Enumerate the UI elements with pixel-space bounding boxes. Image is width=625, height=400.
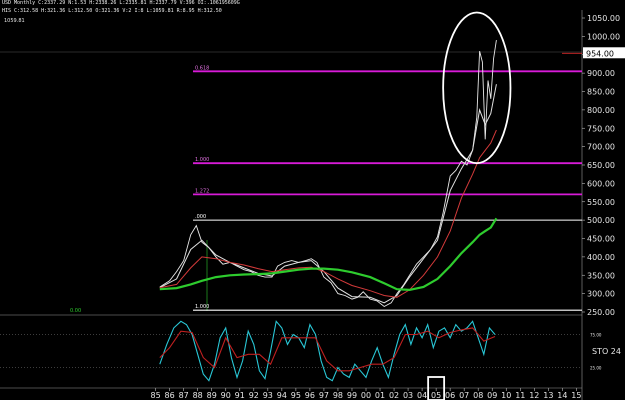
- bottom-left-value: 0.00: [70, 308, 81, 314]
- x-tick-label-22: 07: [459, 391, 469, 400]
- price-flag-label: 954.00: [586, 49, 614, 58]
- x-tick-label-28: 13: [543, 391, 553, 400]
- y-tick-label-15: 300.00: [587, 290, 615, 299]
- x-tick-label-3: 88: [193, 391, 203, 400]
- x-tick-label-13: 98: [333, 391, 343, 400]
- x-tick-label-29: 14: [557, 391, 567, 400]
- y-tick-label-13: 400.00: [587, 253, 615, 262]
- stoch-tick-1: 25.00: [590, 366, 602, 371]
- x-tick-label-10: 95: [291, 391, 301, 400]
- stoch-series-stoch_k: [159, 320, 496, 382]
- x-tick-label-20: 05: [431, 391, 441, 400]
- stoch-tick-0: 75.00: [590, 333, 602, 338]
- y-tick-label-9: 600.00: [587, 179, 615, 188]
- chart: 1050.00 1000.00 95 0.00 900.00 850.00 800.00 75…: [0, 10, 625, 400]
- y-tick-label-12: 450.00: [587, 235, 615, 244]
- top-left-value: 1059.81: [4, 18, 25, 24]
- header-line-2: HIS C:312.58 H:321.36 L:312.50 O:321.36 …: [2, 8, 222, 14]
- x-tick-label-12: 97: [319, 391, 329, 400]
- y-tick-label-0: 1050.00: [587, 14, 620, 23]
- y-tick-label-4: 850.00: [587, 88, 615, 97]
- x-tick-label-17: 02: [389, 391, 399, 400]
- y-tick-label-7: 700.00: [587, 143, 615, 152]
- price-series-ma_mid: [159, 129, 497, 298]
- y-tick-label-6: 750.00: [587, 124, 615, 133]
- x-tick-label-16: 01: [375, 391, 385, 400]
- x-tick-label-19: 04: [417, 391, 427, 400]
- x-tick-label-9: 94: [277, 391, 287, 400]
- x-tick-label-5: 90: [221, 391, 231, 400]
- x-tick-label-11: 96: [305, 391, 315, 400]
- x-tick-label-27: 12: [529, 391, 539, 400]
- y-tick-label-14: 350.00: [587, 271, 615, 280]
- y-tick-label-10: 550.00: [587, 198, 615, 207]
- x-tick-label-0: 85: [151, 391, 161, 400]
- x-tick-label-30: 15: [571, 391, 581, 400]
- x-tick-label-8: 93: [263, 391, 273, 400]
- x-tick-label-14: 99: [347, 391, 357, 400]
- level-label-0: 0.618: [195, 65, 209, 71]
- header-line-1: USD Monthly C:2337.29 N:1.53 H:2338.26 L…: [2, 0, 240, 6]
- level-label-4: 1.000: [195, 304, 209, 310]
- x-tick-label-23: 08: [473, 391, 483, 400]
- highlight-ellipse-0: [442, 11, 512, 165]
- y-tick-label-3: 900.00: [587, 69, 615, 78]
- y-tick-label-11: 500.00: [587, 216, 615, 225]
- x-tick-label-25: 10: [501, 391, 511, 400]
- x-tick-label-24: 09: [487, 391, 497, 400]
- x-tick-label-2: 87: [179, 391, 189, 400]
- x-tick-label-15: 00: [361, 391, 371, 400]
- x-tick-label-26: 11: [515, 391, 525, 400]
- price-series-ma_slow: [159, 217, 498, 292]
- level-label-1: 1.000: [195, 157, 209, 163]
- level-label-2: 1.272: [195, 188, 209, 194]
- level-label-3: .000: [195, 214, 206, 220]
- x-tick-label-6: 91: [235, 391, 245, 400]
- x-tick-label-1: 86: [165, 391, 175, 400]
- y-tick-label-8: 650.00: [587, 161, 615, 170]
- stoch-label: STO 24: [592, 347, 621, 356]
- x-tick-label-4: 89: [207, 391, 217, 400]
- x-tick-label-7: 92: [249, 391, 259, 400]
- price-series-close: [159, 40, 497, 308]
- y-tick-label-16: 250.00: [587, 308, 615, 317]
- y-tick-label-5: 800.00: [587, 106, 615, 115]
- y-tick-label-1: 1000.00: [587, 32, 620, 41]
- x-tick-label-21: 06: [445, 391, 455, 400]
- x-tick-label-18: 03: [403, 391, 413, 400]
